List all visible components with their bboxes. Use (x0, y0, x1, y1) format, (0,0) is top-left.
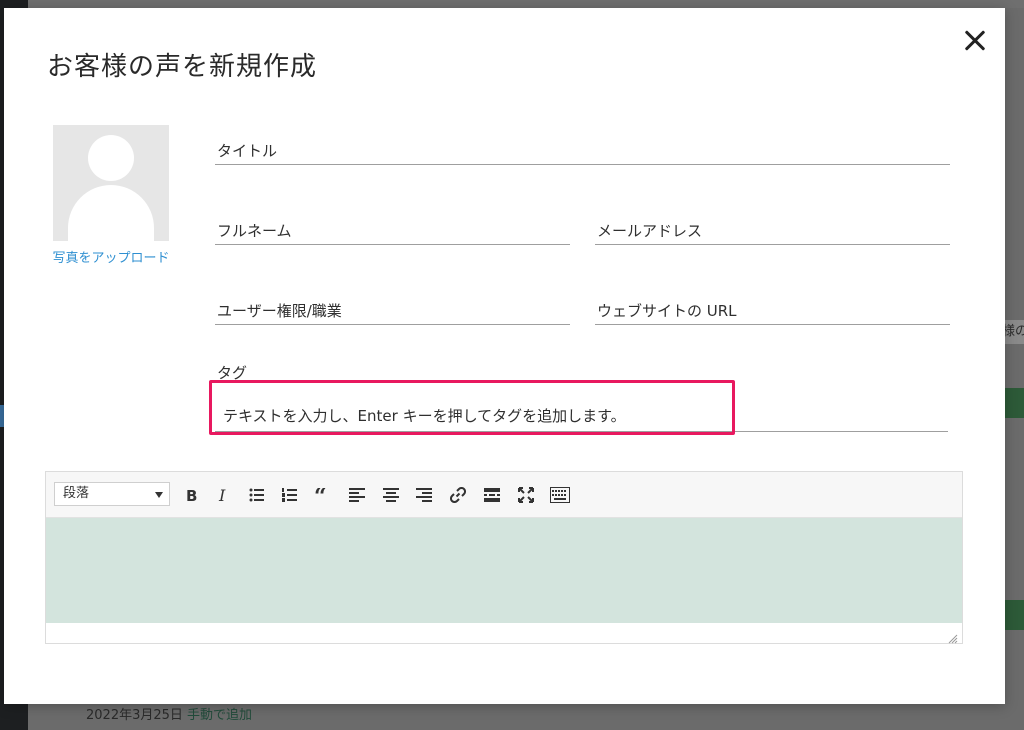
full-name-field[interactable]: フルネーム (215, 218, 570, 245)
tags-label: タグ (217, 364, 248, 382)
role-field[interactable]: ユーザー権限/職業 (215, 298, 570, 325)
upload-photo-link[interactable]: 写真をアップロード (49, 248, 173, 269)
resize-handle-icon[interactable] (948, 629, 958, 644)
footer-manual-add-link: 手動で追加 (187, 708, 253, 723)
editor-toolbar: 段落 B I “ (46, 472, 962, 518)
close-icon[interactable] (960, 26, 990, 56)
avatar-head-shape (88, 135, 134, 181)
bold-icon[interactable]: B (180, 484, 202, 506)
align-left-icon[interactable] (346, 484, 368, 506)
title-field[interactable]: タイトル (215, 138, 950, 165)
avatar-body-shape (68, 185, 154, 241)
email-field[interactable]: メールアドレス (595, 218, 950, 245)
svg-text:“: “ (314, 488, 327, 502)
format-select-value: 段落 (63, 486, 90, 501)
chevron-down-icon (155, 492, 163, 498)
background-green-button (1004, 600, 1024, 630)
svg-text:I: I (218, 487, 226, 503)
new-testimonial-modal: お客様の声を新規作成 写真をアップロード タイトル フルネーム メールアドレス … (4, 8, 1005, 704)
avatar-placeholder[interactable] (53, 125, 169, 241)
footer-date-text: 2022年3月25日 (86, 708, 183, 723)
background-right-label: 様の (1002, 320, 1024, 344)
link-icon[interactable] (447, 484, 469, 506)
read-more-icon[interactable] (481, 484, 503, 506)
fullscreen-icon[interactable] (515, 484, 537, 506)
background-topbar (28, 0, 1024, 8)
bullet-list-icon[interactable] (246, 484, 268, 506)
background-green-button (1004, 388, 1024, 418)
background-footer-date: 2022年3月25日 手動で追加 (86, 704, 252, 723)
align-center-icon[interactable] (380, 484, 402, 506)
svg-text:B: B (186, 487, 197, 503)
numbered-list-icon[interactable] (279, 484, 301, 506)
paragraph-format-select[interactable]: 段落 (54, 482, 170, 506)
rich-text-editor: 段落 B I “ (45, 471, 963, 644)
toolbar-toggle-icon[interactable] (549, 484, 571, 506)
blockquote-icon[interactable]: “ (312, 484, 334, 506)
italic-icon[interactable]: I (213, 484, 235, 506)
tags-input[interactable] (215, 400, 948, 432)
align-right-icon[interactable] (413, 484, 435, 506)
modal-title: お客様の声を新規作成 (47, 52, 318, 82)
editor-content-area[interactable] (46, 518, 962, 623)
website-url-field[interactable]: ウェブサイトの URL (595, 298, 950, 325)
